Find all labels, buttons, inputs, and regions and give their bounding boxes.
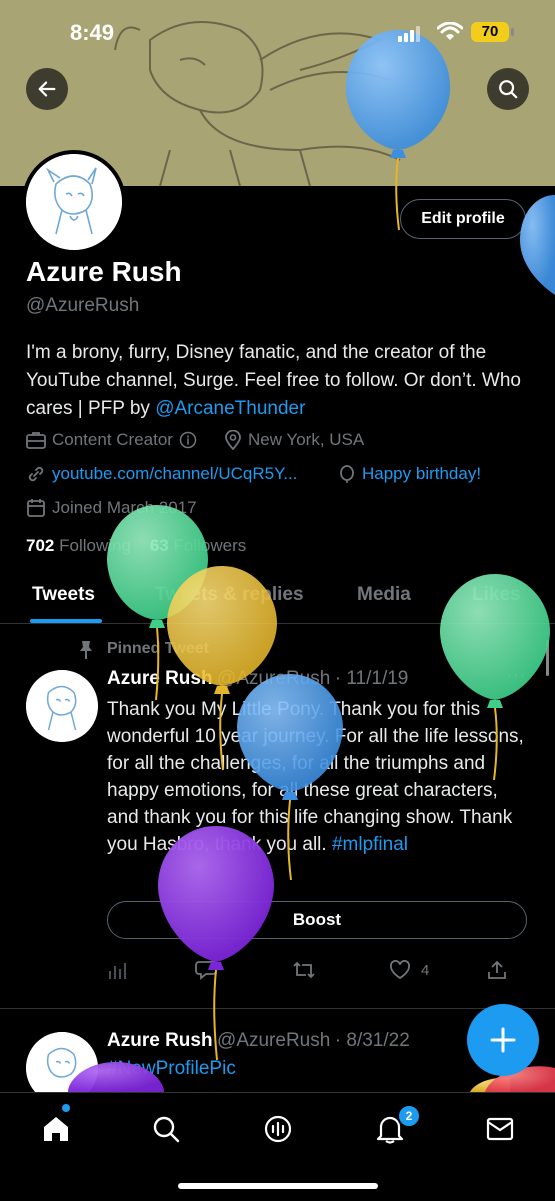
- tweet-avatar[interactable]: [26, 670, 98, 742]
- edit-profile-button[interactable]: Edit profile: [400, 199, 526, 239]
- avatar-sketch: [26, 670, 98, 742]
- tweet-hashtag[interactable]: #NewProfilePic: [107, 1058, 236, 1080]
- tweet-author-name[interactable]: Azure Rush: [107, 668, 213, 689]
- profile-category: Content Creator: [26, 430, 197, 450]
- profile-avatar[interactable]: [22, 150, 126, 254]
- followers-label: Followers: [173, 536, 247, 555]
- following-link[interactable]: 702 Following: [26, 536, 131, 555]
- tab-tweets-replies[interactable]: Tweets & replies: [155, 584, 304, 606]
- search-button[interactable]: [487, 68, 529, 110]
- home-new-dot: [62, 1104, 70, 1112]
- search-icon: [499, 80, 518, 99]
- pin-icon: [78, 640, 94, 665]
- back-arrow-icon: [38, 81, 56, 97]
- nav-home[interactable]: [38, 1111, 74, 1147]
- reply-icon[interactable]: [195, 960, 217, 985]
- category-label: Content Creator: [52, 430, 173, 449]
- profile-birthday: Happy birthday!: [338, 464, 481, 484]
- share-icon[interactable]: [487, 960, 507, 985]
- like-button[interactable]: 4: [389, 960, 429, 980]
- briefcase-icon: [26, 432, 46, 449]
- avatar-sketch: [26, 154, 122, 250]
- bio-mention-link[interactable]: @ArcaneThunder: [155, 398, 305, 419]
- website-link[interactable]: youtube.com/channel/UCqR5Y...: [52, 464, 297, 484]
- battery-indicator: 70: [471, 22, 509, 42]
- search-icon: [153, 1116, 180, 1143]
- spaces-microphone-icon: [264, 1115, 292, 1143]
- balloon-blue-edge: [520, 195, 555, 295]
- cell-signal-icon: [398, 26, 420, 42]
- heart-icon: [390, 960, 410, 980]
- nav-spaces[interactable]: [260, 1111, 296, 1147]
- boost-button[interactable]: Boost: [107, 901, 527, 939]
- pinned-label: Pinned Tweet: [107, 640, 209, 657]
- home-indicator[interactable]: [178, 1183, 378, 1189]
- nav-search[interactable]: [148, 1111, 184, 1147]
- link-icon: [28, 466, 44, 482]
- tweet-date: · 8/31/22: [334, 1030, 410, 1051]
- battery-tip: [511, 28, 514, 36]
- nav-messages[interactable]: [482, 1111, 518, 1147]
- followers-link[interactable]: 63 Followers: [150, 536, 246, 555]
- tabs-divider: [0, 623, 555, 624]
- profile-website[interactable]: youtube.com/channel/UCqR5Y...: [26, 464, 297, 484]
- plus-icon: [490, 1027, 516, 1053]
- tweet-author-handle: @AzureRush: [217, 668, 331, 689]
- tweet-hashtag[interactable]: #mlpfinal: [332, 834, 408, 855]
- tweet-more-icon[interactable]: ···: [506, 664, 526, 687]
- follow-stats: 702 Following 63 Followers: [26, 536, 246, 556]
- location-pin-icon: [225, 430, 241, 450]
- location-label: New York, USA: [248, 430, 365, 449]
- followers-count: 63: [149, 536, 169, 555]
- calendar-icon: [27, 499, 45, 517]
- wifi-icon: [437, 22, 463, 40]
- following-label: Following: [59, 536, 131, 555]
- profile-location: New York, USA: [224, 430, 364, 450]
- tweet-header: Azure Rush @AzureRush · 8/31/22: [107, 1030, 410, 1052]
- tweet-header: Azure Rush @AzureRush · 11/1/19: [107, 668, 408, 690]
- notifications-badge: 2: [397, 1104, 421, 1128]
- analytics-icon[interactable]: [108, 962, 128, 985]
- balloon-purple: [158, 826, 274, 1061]
- profile-handle: @AzureRush: [26, 295, 140, 316]
- joined-label: Joined March 2017: [52, 498, 197, 517]
- profile-joined: Joined March 2017: [26, 498, 197, 518]
- envelope-icon: [486, 1117, 514, 1141]
- profile-name: Azure Rush: [26, 256, 182, 287]
- tweet-author-name[interactable]: Azure Rush: [107, 1030, 213, 1051]
- tab-media[interactable]: Media: [357, 584, 411, 606]
- tweet-divider: [0, 1008, 555, 1009]
- tab-tweets[interactable]: Tweets: [32, 584, 95, 606]
- tweet-date: · 11/1/19: [334, 668, 409, 689]
- tab-likes[interactable]: Likes: [472, 584, 521, 606]
- tweet-text: Thank you My Little Pony. Thank you for …: [107, 696, 532, 858]
- like-count: 4: [421, 961, 430, 979]
- profile-bio: I'm a brony, furry, Disney fanatic, and …: [26, 339, 526, 423]
- compose-tweet-button[interactable]: [467, 1004, 539, 1076]
- status-time: 8:49: [70, 20, 115, 45]
- home-icon: [44, 1117, 68, 1141]
- scrollbar[interactable]: [546, 640, 549, 676]
- balloon-icon: [340, 465, 354, 483]
- tweet-body: Thank you My Little Pony. Thank you for …: [107, 699, 524, 855]
- status-bar: 8:49 70: [0, 0, 555, 70]
- back-button[interactable]: [26, 68, 68, 110]
- retweet-icon[interactable]: [292, 960, 316, 985]
- tweet-author-handle: @AzureRush: [217, 1030, 331, 1051]
- info-icon[interactable]: [179, 431, 197, 449]
- following-count: 702: [26, 536, 55, 555]
- birthday-label[interactable]: Happy birthday!: [362, 464, 481, 484]
